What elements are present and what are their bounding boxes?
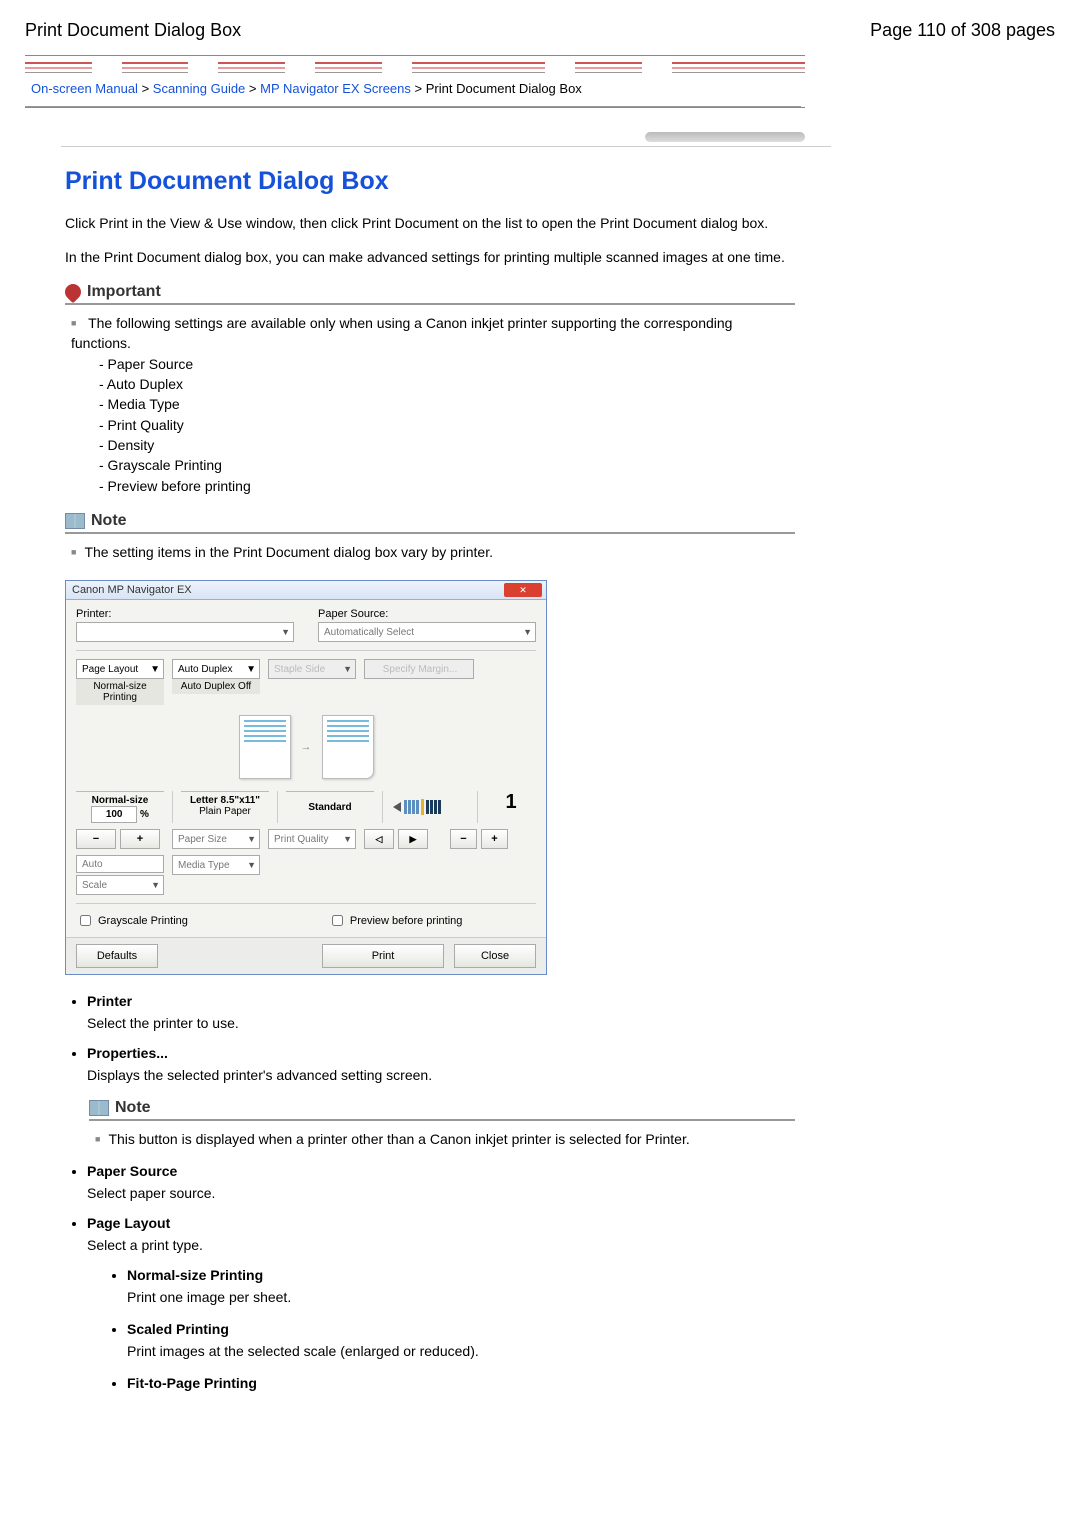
page-title: Print Document Dialog Box — [65, 167, 795, 196]
intro-paragraph-2: In the Print Document dialog box, you ca… — [65, 248, 795, 268]
density-next-button[interactable]: ▶ — [398, 829, 428, 849]
scale-plus-button[interactable]: + — [120, 829, 160, 849]
intro-paragraph-1: Click Print in the View & Use window, th… — [65, 214, 795, 234]
page-counter: Page 110 of 308 pages — [870, 20, 1055, 41]
def-pagelayout-term: Page Layout — [87, 1215, 795, 1231]
def-pl-scaled-desc: Print images at the selected scale (enla… — [127, 1343, 795, 1359]
def-pl-fit-term: Fit-to-Page Printing — [127, 1375, 795, 1391]
fit-auto-label: Auto — [76, 855, 164, 873]
page-thumb-1 — [239, 715, 291, 779]
preview-checkbox[interactable]: Preview before printing — [328, 912, 463, 929]
breadcrumb-current: Print Document Dialog Box — [426, 81, 582, 96]
page-header: Print Document Dialog Box Page 110 of 30… — [25, 20, 1055, 41]
decorative-banner: On-screen Manual > Scanning Guide > MP N… — [25, 55, 805, 108]
breadcrumb: On-screen Manual > Scanning Guide > MP N… — [25, 77, 801, 107]
close-icon[interactable]: ✕ — [504, 583, 542, 597]
speaker-right-icon: ▶ — [410, 834, 417, 845]
printer-label: Printer: — [76, 608, 294, 620]
decorative-pill — [645, 132, 805, 142]
def-properties-term: Properties... — [87, 1045, 795, 1061]
page-thumb-2 — [322, 715, 374, 779]
def-papersource-term: Paper Source — [87, 1163, 795, 1179]
important-sublist: - Paper Source - Auto Duplex - Media Typ… — [99, 354, 795, 496]
def-pagelayout-desc: Select a print type. — [87, 1237, 795, 1253]
def-printer-term: Printer — [87, 993, 795, 1009]
printer-select[interactable]: ▼ — [76, 622, 294, 642]
auto-duplex-caption: Auto Duplex Off — [172, 679, 260, 694]
copies-minus-button[interactable]: − — [450, 829, 477, 849]
important-lead: The following settings are available onl… — [71, 313, 795, 496]
close-button[interactable]: Close — [454, 944, 536, 968]
arrow-right-icon: → — [301, 741, 312, 753]
speaker-low-icon — [393, 802, 401, 812]
breadcrumb-manual[interactable]: On-screen Manual — [31, 81, 138, 96]
grayscale-checkbox[interactable]: Grayscale Printing — [76, 912, 188, 929]
breadcrumb-scanning-guide[interactable]: Scanning Guide — [153, 81, 246, 96]
copies-value: 1 — [486, 791, 536, 814]
properties-note-text: This button is displayed when a printer … — [95, 1129, 795, 1149]
header-title: Print Document Dialog Box — [25, 20, 241, 41]
note-icon — [89, 1100, 109, 1116]
chevron-down-icon: ▼ — [281, 627, 290, 637]
def-pl-scaled-term: Scaled Printing — [127, 1321, 795, 1337]
scale-area: Normal-size 100 % — [76, 791, 164, 823]
quality-info: Standard — [286, 791, 374, 821]
density-slider[interactable] — [391, 795, 441, 819]
page-layout-caption: Normal-size Printing — [76, 679, 164, 705]
important-heading: Important — [65, 283, 795, 305]
def-papersource-desc: Select paper source. — [87, 1185, 795, 1201]
properties-note-heading: Note — [89, 1099, 795, 1121]
chevron-down-icon: ▼ — [523, 627, 532, 637]
scale-value[interactable]: 100 — [91, 806, 137, 823]
paper-size-select[interactable]: Paper Size▼ — [172, 829, 260, 849]
def-pl-normal-desc: Print one image per sheet. — [127, 1289, 795, 1305]
print-quality-select[interactable]: Print Quality▼ — [268, 829, 356, 849]
note-heading: Note — [65, 512, 795, 534]
note-text: The setting items in the Print Document … — [71, 542, 795, 562]
def-pl-normal-term: Normal-size Printing — [127, 1267, 795, 1283]
auto-duplex-select[interactable]: Auto Duplex▼ — [172, 659, 260, 679]
specify-margin-button: Specify Margin... — [364, 659, 474, 679]
paper-info: Letter 8.5"x11" Plain Paper — [181, 791, 269, 817]
staple-side-select: Staple Side▼ — [268, 659, 356, 679]
dialog-title: Canon MP Navigator EX — [72, 584, 192, 596]
def-printer-desc: Select the printer to use. — [87, 1015, 795, 1031]
defaults-button[interactable]: Defaults — [76, 944, 158, 968]
paper-source-select[interactable]: Automatically Select▼ — [318, 622, 536, 642]
copies-plus-button[interactable]: + — [481, 829, 508, 849]
note-icon — [65, 513, 85, 529]
page-layout-select[interactable]: Page Layout▼ — [76, 659, 164, 679]
media-type-select[interactable]: Media Type▼ — [172, 855, 260, 875]
print-button[interactable]: Print — [322, 944, 444, 968]
print-document-dialog: Canon MP Navigator EX ✕ Printer: ▼ Paper… — [65, 580, 547, 975]
paper-source-label: Paper Source: — [318, 608, 536, 620]
speaker-left-icon: ◁ — [376, 834, 383, 845]
breadcrumb-mpnav-screens[interactable]: MP Navigator EX Screens — [260, 81, 411, 96]
scale-mode-select[interactable]: Scale▼ — [76, 875, 164, 895]
def-properties-desc: Displays the selected printer's advanced… — [87, 1067, 795, 1083]
density-prev-button[interactable]: ◁ — [364, 829, 394, 849]
important-icon — [62, 281, 85, 304]
scale-minus-button[interactable]: − — [76, 829, 116, 849]
